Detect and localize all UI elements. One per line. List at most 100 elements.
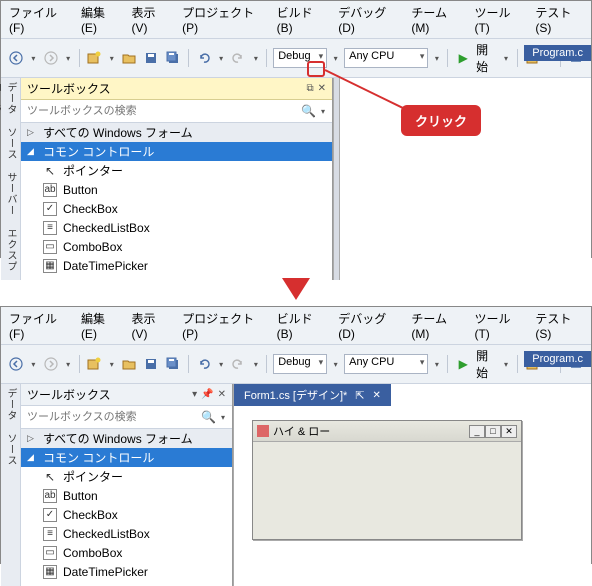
platform-combo[interactable]: Any CPU (344, 48, 428, 68)
save-button[interactable] (142, 354, 160, 374)
new-project-drop[interactable]: ▾ (107, 48, 116, 68)
menu-build[interactable]: ビルド(B) (277, 4, 325, 35)
new-project-button[interactable] (85, 48, 103, 68)
menu-team[interactable]: チーム(M) (411, 4, 460, 35)
menu-file[interactable]: ファイル(F) (9, 310, 67, 341)
pin-icon[interactable]: 📌 (201, 389, 213, 400)
tool-pointer[interactable]: ↖ポインター (21, 467, 232, 486)
open-button[interactable] (120, 354, 138, 374)
start-debug-button[interactable]: ▶ (454, 354, 472, 374)
redo-button[interactable] (230, 354, 248, 374)
tool-checkedlistbox[interactable]: ≡CheckedListBox (21, 218, 332, 237)
menu-file[interactable]: ファイル(F) (9, 4, 67, 35)
minimize-button[interactable]: _ (469, 425, 485, 438)
new-project-button[interactable] (85, 354, 103, 374)
close-icon[interactable]: ✕ (373, 390, 381, 401)
start-drop[interactable]: ▾ (502, 354, 511, 374)
tool-checkbox[interactable]: ✓CheckBox (21, 505, 232, 524)
toolbox-search-input[interactable] (25, 409, 199, 425)
tool-button[interactable]: abButton (21, 486, 232, 505)
redo-drop[interactable]: ▾ (251, 354, 260, 374)
nav-back-drop[interactable]: ▾ (29, 354, 38, 374)
undo-drop[interactable]: ▾ (217, 354, 226, 374)
new-project-drop[interactable]: ▾ (107, 354, 116, 374)
autohide-pin-icon[interactable]: ⧉ (306, 83, 313, 94)
menu-test[interactable]: テスト(S) (535, 310, 583, 341)
undo-drop[interactable]: ▾ (217, 48, 226, 68)
nav-fwd-drop[interactable]: ▾ (64, 354, 73, 374)
designer-area[interactable]: Form1.cs [デザイン]* ⇱ ✕ ハイ & ロー _ □ ✕ (233, 384, 591, 586)
platform-extra-drop[interactable]: ▾ (432, 354, 441, 374)
body-after: データ ソース ツールボックス ▾ 📌 ✕ 🔍 ▾ ▷すべての Windows … (1, 384, 591, 586)
toolbox-tree: ▷すべての Windows フォーム ◢コモン コントロール ↖ポインター ab… (21, 429, 232, 586)
tool-datetimepicker[interactable]: ▦DateTimePicker (21, 562, 232, 581)
tool-checkedlistbox[interactable]: ≡CheckedListBox (21, 524, 232, 543)
menu-debug[interactable]: デバッグ(D) (338, 310, 397, 341)
open-button[interactable] (120, 48, 138, 68)
menu-test[interactable]: テスト(S) (535, 4, 583, 35)
search-icon[interactable]: 🔍 (299, 104, 318, 118)
tool-combobox[interactable]: ▭ComboBox (21, 543, 232, 562)
close-icon[interactable]: ✕ (218, 389, 226, 400)
tool-checkbox[interactable]: ✓CheckBox (21, 199, 332, 218)
close-icon[interactable]: ✕ (318, 83, 326, 94)
nav-back-button[interactable] (7, 354, 25, 374)
vertical-tab-strip[interactable]: データ ソース (1, 384, 21, 586)
redo-button[interactable] (230, 48, 248, 68)
start-label[interactable]: 開始 (476, 41, 497, 75)
tree-group-common-controls[interactable]: ◢コモン コントロール (21, 448, 232, 467)
toolbox-panel: ツールボックス ⧉ ✕ 🔍 ▾ ▷ すべての Windows フォーム ◢ コモ… (21, 78, 333, 280)
tab-pin-icon[interactable]: ⇱ (355, 389, 364, 402)
save-all-button[interactable] (164, 48, 182, 68)
tool-datetimepicker[interactable]: ▦DateTimePicker (21, 256, 332, 275)
nav-fwd-button[interactable] (42, 48, 60, 68)
search-drop[interactable]: ▾ (218, 407, 228, 427)
tool-combobox[interactable]: ▭ComboBox (21, 237, 332, 256)
menu-edit[interactable]: 編集(E) (81, 4, 118, 35)
menu-project[interactable]: プロジェクト(P) (182, 4, 263, 35)
start-label[interactable]: 開始 (476, 347, 497, 381)
tool-button[interactable]: abButton (21, 180, 332, 199)
redo-drop[interactable]: ▾ (251, 48, 260, 68)
config-extra-drop[interactable]: ▾ (331, 48, 340, 68)
nav-fwd-drop[interactable]: ▾ (64, 48, 73, 68)
menu-project[interactable]: プロジェクト(P) (182, 310, 263, 341)
toolbox-search-input[interactable] (25, 103, 299, 119)
start-drop[interactable]: ▾ (502, 48, 511, 68)
close-button[interactable]: ✕ (501, 425, 517, 438)
tool-pointer[interactable]: ↖ポインター (21, 161, 332, 180)
nav-fwd-button[interactable] (42, 354, 60, 374)
search-icon[interactable]: 🔍 (199, 410, 218, 424)
menu-edit[interactable]: 編集(E) (81, 310, 118, 341)
tree-group-all-forms[interactable]: ▷すべての Windows フォーム (21, 429, 232, 448)
menu-tools[interactable]: ツール(T) (474, 310, 521, 341)
menu-team[interactable]: チーム(M) (411, 310, 460, 341)
undo-button[interactable] (195, 48, 213, 68)
tree-group-common-controls[interactable]: ◢ コモン コントロール (21, 142, 332, 161)
save-all-button[interactable] (164, 354, 182, 374)
nav-back-button[interactable] (7, 48, 25, 68)
nav-back-drop[interactable]: ▾ (29, 48, 38, 68)
separator (79, 355, 80, 373)
tree-group-all-forms[interactable]: ▷ すべての Windows フォーム (21, 123, 332, 142)
platform-combo[interactable]: Any CPU (344, 354, 428, 374)
document-tab[interactable]: Form1.cs [デザイン]* ⇱ ✕ (234, 384, 391, 406)
splitter[interactable] (334, 78, 340, 280)
menu-view[interactable]: 表示(V) (132, 310, 169, 341)
start-debug-button[interactable]: ▶ (454, 48, 472, 68)
menu-debug[interactable]: デバッグ(D) (338, 4, 397, 35)
platform-extra-drop[interactable]: ▾ (432, 48, 441, 68)
config-extra-drop[interactable]: ▾ (331, 354, 340, 374)
menubar: ファイル(F) 編集(E) 表示(V) プロジェクト(P) ビルド(B) デバッ… (1, 1, 591, 38)
save-button[interactable] (142, 48, 160, 68)
search-drop[interactable]: ▾ (318, 101, 328, 121)
undo-button[interactable] (195, 354, 213, 374)
window-drop-icon[interactable]: ▾ (192, 389, 197, 400)
menu-tools[interactable]: ツール(T) (474, 4, 521, 35)
vertical-tab-strip[interactable]: データ ソース サーバー エクスプローラー (1, 78, 21, 280)
designed-form-window[interactable]: ハイ & ロー _ □ ✕ (252, 420, 522, 540)
menu-build[interactable]: ビルド(B) (277, 310, 325, 341)
maximize-button[interactable]: □ (485, 425, 501, 438)
menu-view[interactable]: 表示(V) (132, 4, 169, 35)
config-combo[interactable]: Debug (273, 354, 327, 374)
